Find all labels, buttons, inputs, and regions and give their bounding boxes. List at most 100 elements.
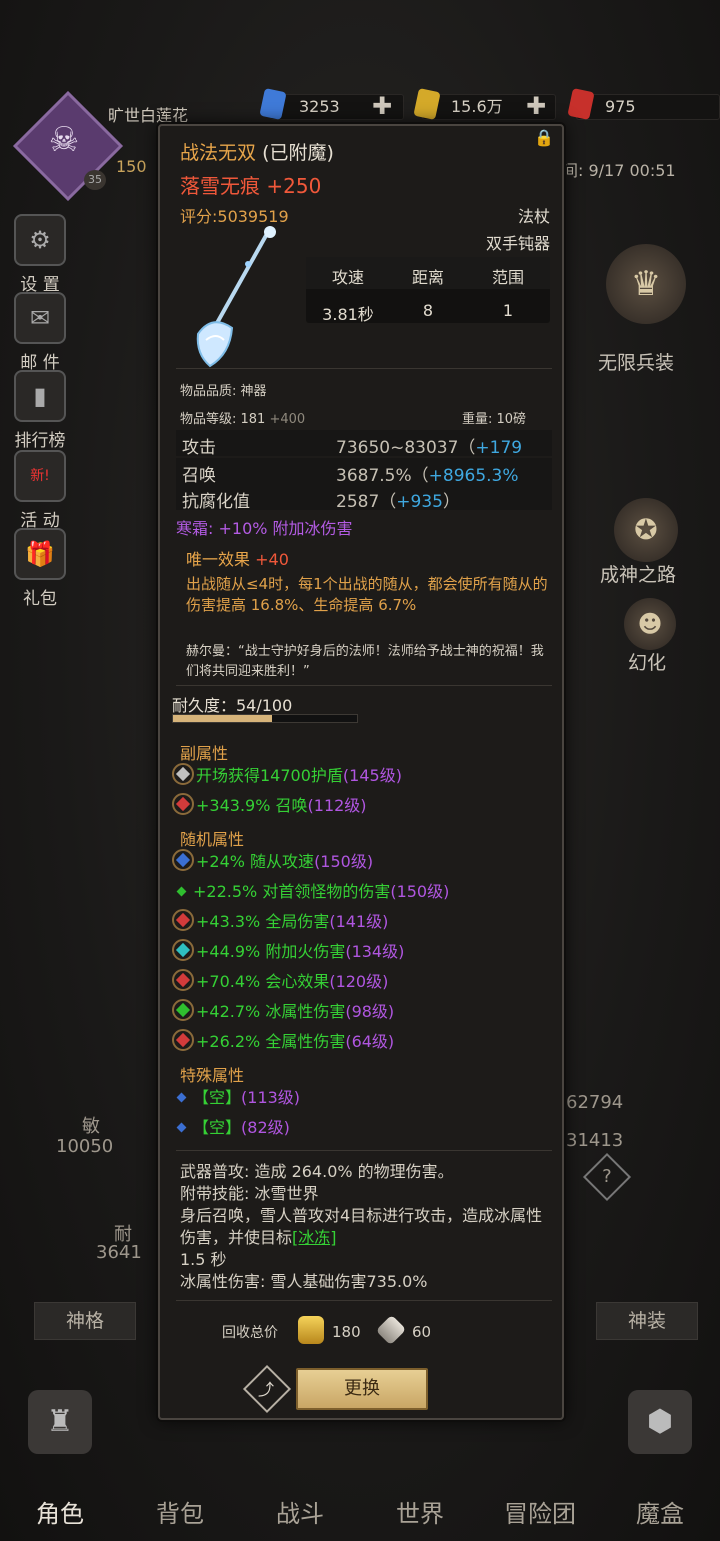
unique-effect-title: 唯一效果 +40 (186, 550, 289, 569)
player-level: 150 (116, 157, 147, 176)
transform-label: 幻化 (628, 652, 667, 674)
item-quote: 赫尔曼：“战士守护好身后的法师！法师给予战士神的祝福！我们将共同迎来胜利！” (186, 644, 544, 679)
gift-icon: 🎁 (14, 528, 66, 580)
blue-diamond-icon (176, 1122, 187, 1133)
tab-character[interactable]: 角色 (10, 1494, 110, 1529)
character-tab-icon: ♜ (28, 1390, 92, 1454)
god-equip-button[interactable]: 神装 (596, 1302, 698, 1340)
stat-row-summon: 召唤 3687.5%（+8965.3% (176, 458, 552, 486)
td-range: 8 (422, 301, 434, 320)
item-level: 物品等级: 181 +400 (180, 412, 306, 427)
recycle-shard: 60 (412, 1323, 432, 1341)
gem-socket-icon (172, 999, 194, 1021)
gem-socket-icon (172, 969, 194, 991)
bg-stat-2: 31413 (566, 1130, 624, 1151)
agility-label: 敏 (82, 1116, 100, 1137)
random-attr-row: +22.5% 对首领怪物的伤害(150级) (172, 878, 449, 902)
bg-stat-1: 62794 (566, 1092, 624, 1113)
tab-magic-box[interactable]: 魔盒 (610, 1494, 710, 1529)
sub-attr-row: 开场获得14700护盾(145级) (172, 762, 402, 786)
special-attr-row: 【空】(113级) (172, 1084, 300, 1108)
path-icon[interactable]: ✪ (614, 498, 678, 562)
blue-diamond-icon (176, 1092, 187, 1103)
divinity-button[interactable]: 神格 (34, 1302, 136, 1340)
lock-icon[interactable]: 🔒 (534, 128, 554, 148)
weapon-stat-table: 攻速 距离 范围 3.81秒 8 1 (306, 257, 550, 324)
armory-icon[interactable]: ♛ (606, 244, 686, 324)
weapon-type: 法杖 (517, 207, 550, 226)
divider (176, 1150, 552, 1151)
level-badge: 35 (84, 170, 106, 190)
gem-socket-icon (172, 763, 194, 785)
td-attack-speed: 3.81秒 (322, 305, 374, 324)
gem-socket-icon (172, 849, 194, 871)
ranking-label: 排行榜 (14, 431, 66, 451)
ranking-button[interactable]: ▮ 排行榜 (10, 370, 70, 451)
item-name-text: 战法无双 (180, 142, 257, 164)
magic-box-tab-icon: ⬢ (628, 1390, 692, 1454)
add-diamond-button[interactable]: ✚ (372, 92, 392, 120)
agility-value: 10050 (56, 1136, 114, 1157)
gem-socket-icon (172, 793, 194, 815)
gem-icon (176, 886, 187, 897)
random-attr-row: +42.7% 冰属性伤害(98级) (172, 998, 394, 1022)
freeze-link[interactable]: [冰冻] (292, 1228, 337, 1247)
settings-button[interactable]: ⚙ 设 置 (10, 214, 70, 295)
th-attack-speed: 攻速 (331, 268, 364, 287)
recycle-label: 回收总价 (222, 1325, 278, 1341)
special-attr-row: 【空】(82级) (172, 1114, 290, 1138)
recycle-gold: 180 (332, 1323, 361, 1341)
tab-bag[interactable]: 背包 (130, 1494, 230, 1529)
random-attr-row: +44.9% 附加火伤害(134级) (172, 938, 404, 962)
random-attr-title: 随机属性 (180, 830, 245, 849)
random-attr-row: +24% 随从攻速(150级) (172, 848, 373, 872)
time-display: 间: 9/17 00:51 (562, 161, 676, 180)
td-area: 1 (502, 301, 514, 320)
th-area: 范围 (491, 268, 524, 287)
weapon-subtype: 双手钝器 (485, 234, 550, 253)
sub-attr-title: 副属性 (180, 744, 229, 763)
skull-icon: ☠ (48, 120, 80, 160)
unique-effect-body: 出战随从≤4时，每1个出战的随从，都会使所有随从的伤害提高 16.8%、生命提高… (186, 575, 548, 614)
item-name: 战法无双 (已附魔) (180, 138, 334, 165)
random-attr-row: +26.2% 全属性伤害(64级) (172, 1028, 394, 1052)
path-label: 成神之路 (600, 564, 677, 586)
item-suffix: 落雪无痕 +250 (180, 174, 322, 198)
transform-icon[interactable]: ☻ (624, 598, 676, 650)
th-range: 距离 (411, 268, 444, 287)
random-attr-row: +70.4% 会心效果(120级) (172, 968, 388, 992)
divider (176, 1300, 552, 1301)
event-icon: 新! (14, 450, 66, 502)
item-weight: 重量: 10磅 (462, 412, 527, 427)
gift-button[interactable]: 🎁 礼包 (10, 528, 70, 609)
enchanted-tag: (已附魔) (262, 142, 334, 164)
ranking-icon: ▮ (14, 370, 66, 422)
gift-label: 礼包 (23, 589, 57, 609)
tab-world[interactable]: 世界 (370, 1494, 470, 1529)
share-icon: ⤴ (257, 1380, 274, 1399)
player-name: 旷世白莲花 (108, 106, 189, 125)
item-quality: 物品品质: 神器 (180, 384, 267, 399)
mail-button[interactable]: ✉ 邮 件 (10, 292, 70, 373)
tab-adventure-group[interactable]: 冒险团 (490, 1494, 590, 1529)
event-button[interactable]: 新! 活 动 (10, 450, 70, 531)
stat-row-attack: 攻击 73650~83037（+179 (176, 430, 552, 458)
add-gold-button[interactable]: ✚ (526, 92, 546, 120)
durability-fill (173, 715, 273, 722)
ruby-counter: 975 (576, 94, 720, 120)
gear-icon: ⚙ (14, 214, 66, 266)
divider (176, 368, 552, 369)
tab-battle[interactable]: 战斗 (250, 1494, 350, 1529)
divider (176, 685, 552, 686)
enchant-effect: 寒霜: +10% 附加冰伤害 (176, 519, 353, 538)
gold-icon (298, 1316, 324, 1344)
stamina-value: 3641 (96, 1242, 142, 1263)
mail-icon: ✉ (14, 292, 66, 344)
ice-staff-icon (196, 226, 276, 368)
durability-bar (172, 714, 358, 723)
sub-attr-row: +343.9% 召唤(112级) (172, 792, 367, 816)
gem-socket-icon (172, 1029, 194, 1051)
replace-button[interactable]: 更换 (296, 1368, 428, 1410)
armory-label: 无限兵装 (598, 352, 675, 374)
gem-socket-icon (172, 939, 194, 961)
